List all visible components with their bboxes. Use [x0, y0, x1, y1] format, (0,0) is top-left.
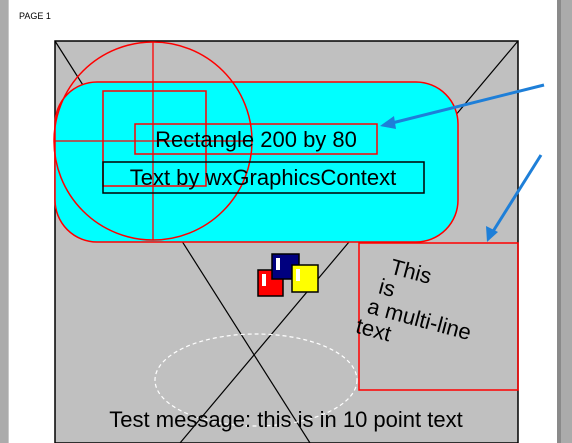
drawing-canvas: Rectangle 200 by 80 Text by wxGraphicsCo…	[53, 40, 545, 443]
yellow-square	[291, 264, 319, 293]
red-square-highlight	[262, 274, 266, 286]
rectangle-label: Rectangle 200 by 80	[155, 127, 357, 152]
graphics-context-text: Text by wxGraphicsContext	[130, 165, 397, 190]
yellow-square-highlight	[296, 269, 300, 281]
navy-square-highlight	[276, 258, 280, 270]
test-message: Test message: this is in 10 point text	[109, 407, 462, 432]
